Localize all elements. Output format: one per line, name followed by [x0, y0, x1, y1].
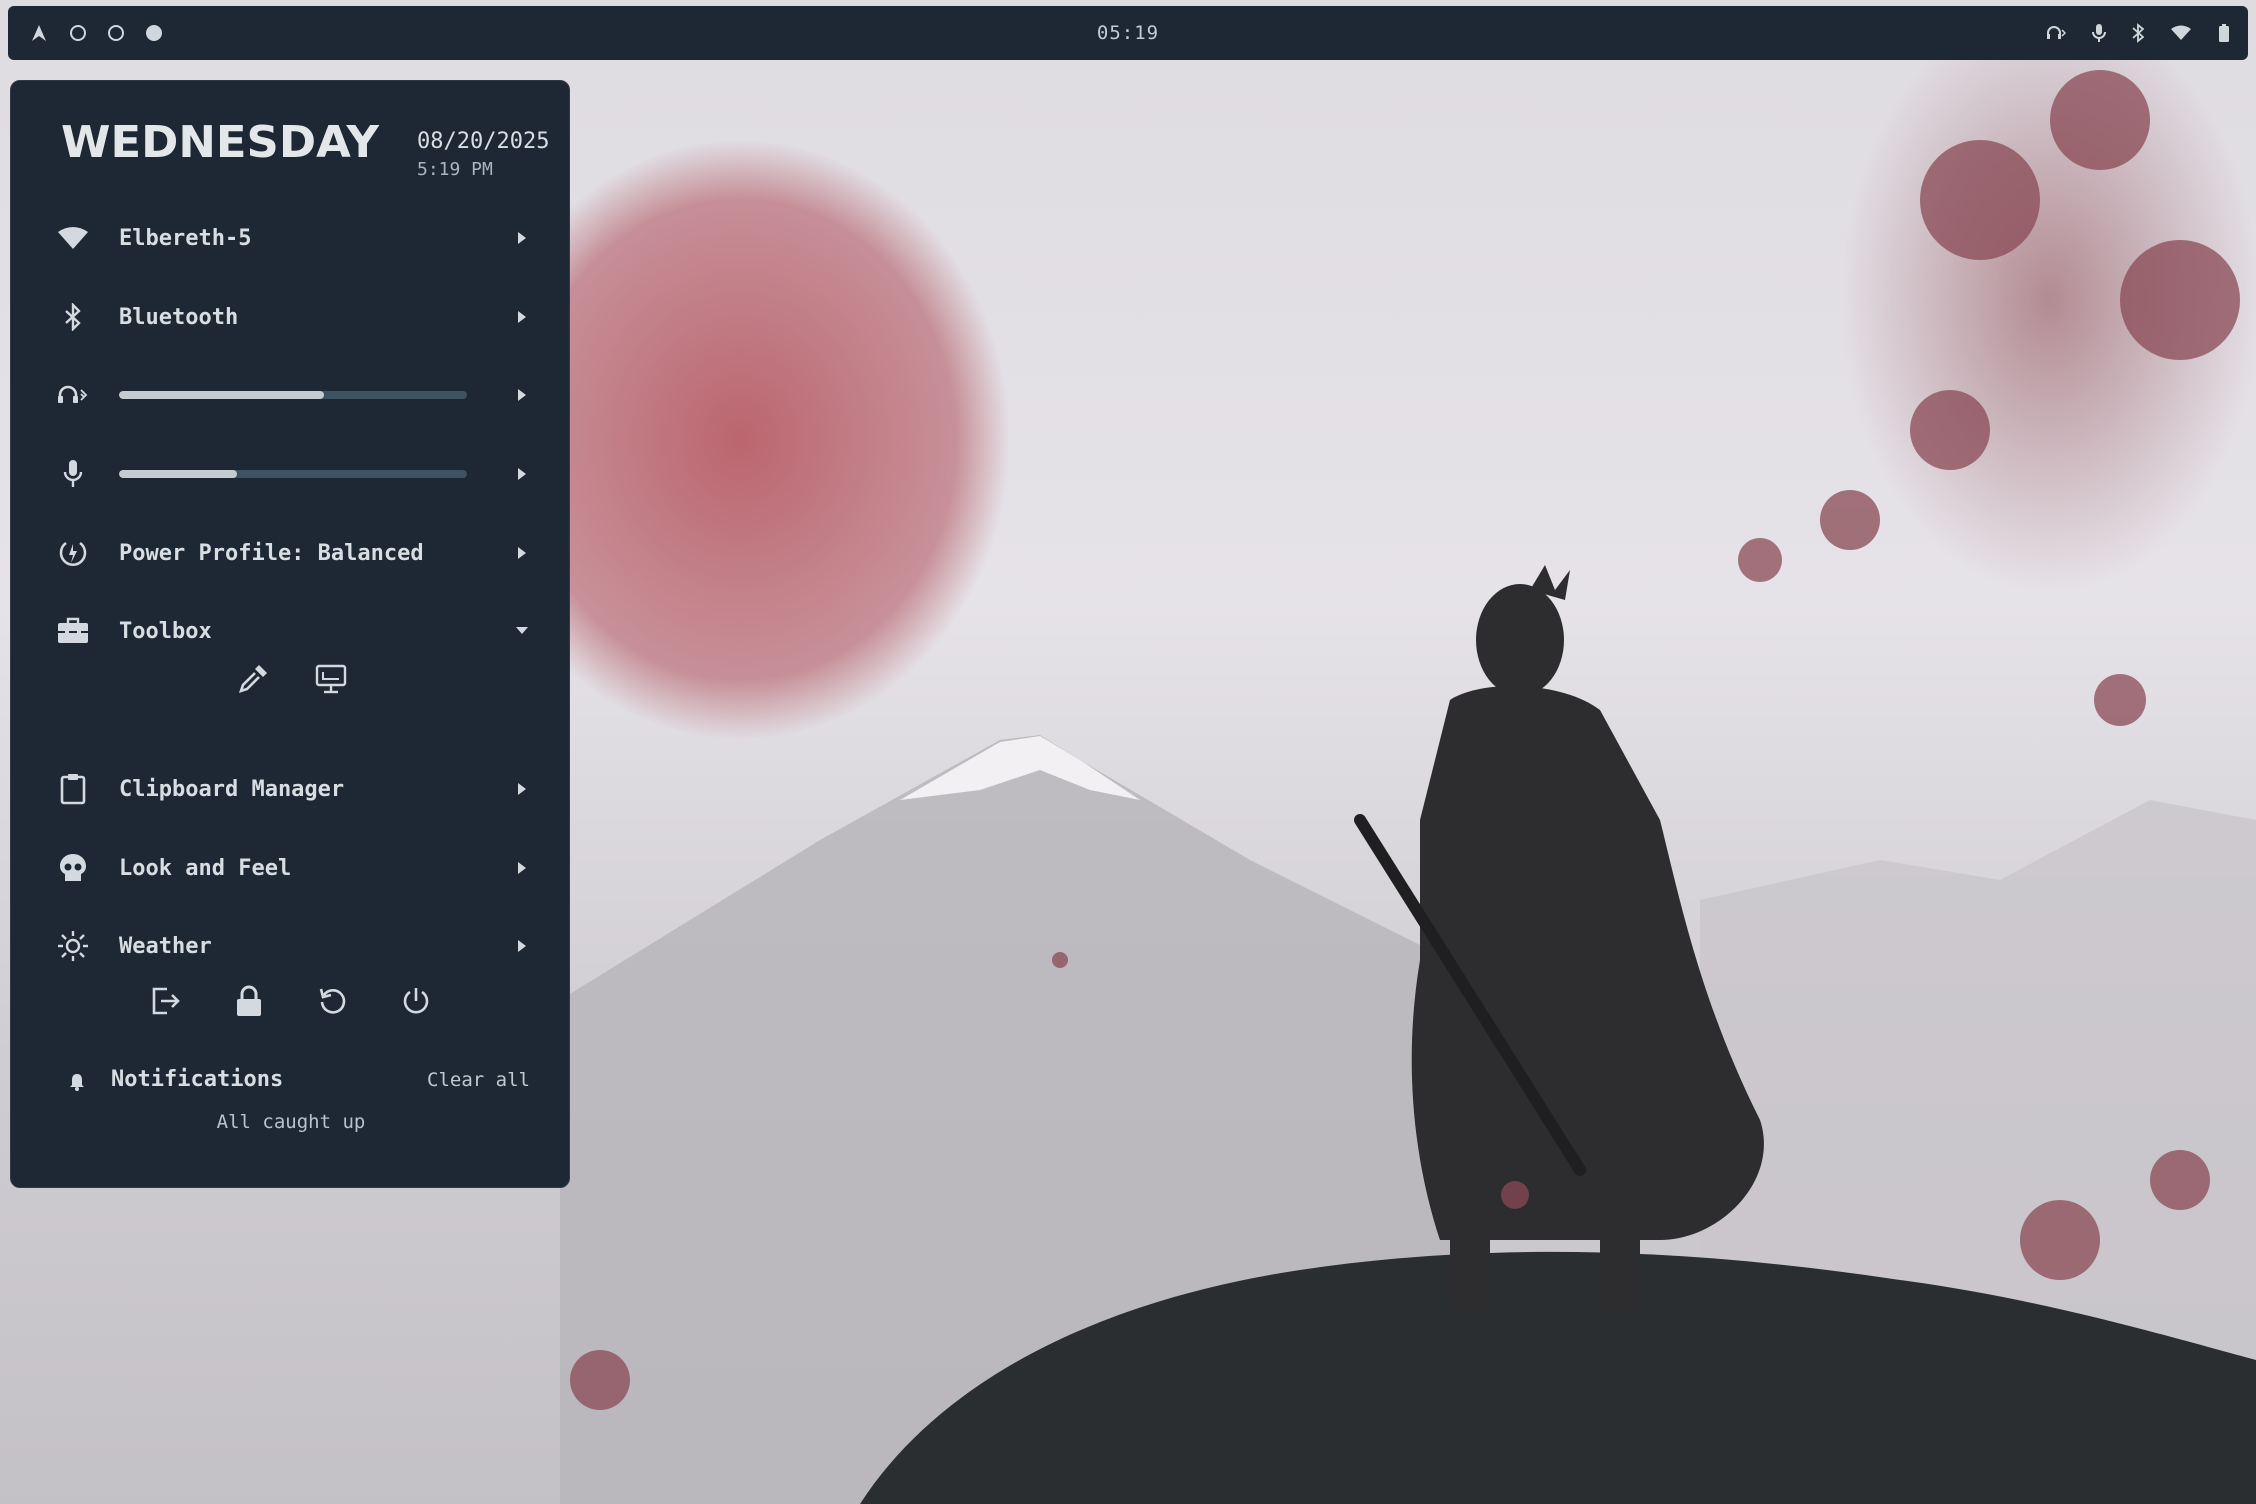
chevron-right-icon[interactable]: [515, 546, 529, 560]
headphones-bluetooth-icon[interactable]: [2046, 25, 2066, 41]
logout-icon[interactable]: [146, 981, 186, 1021]
screenshot-monitor-icon[interactable]: [311, 659, 351, 699]
weather-row[interactable]: Weather: [11, 916, 571, 976]
lock-icon[interactable]: [229, 981, 269, 1021]
notifications-header: Notifications Clear all: [57, 1061, 537, 1101]
svg-text:WEDNESDAY: WEDNESDAY: [61, 119, 380, 163]
microphone-icon[interactable]: [2092, 23, 2106, 43]
chevron-down-icon[interactable]: [515, 624, 529, 638]
toolbox-label: Toolbox: [119, 618, 212, 644]
microphone-slider[interactable]: [119, 470, 467, 478]
workspace-3[interactable]: [146, 25, 162, 41]
color-picker-icon[interactable]: [233, 659, 273, 699]
panel-time: 5:19 PM: [417, 159, 493, 180]
top-bar: 05:19: [8, 6, 2248, 60]
battery-icon[interactable]: [2218, 23, 2230, 43]
clipboard-manager-label: Clipboard Manager: [119, 776, 345, 802]
chevron-right-icon[interactable]: [515, 467, 529, 481]
skull-icon: [57, 852, 89, 884]
microphone-row: [11, 444, 571, 504]
headphones-bluetooth-icon[interactable]: [57, 379, 89, 411]
sun-icon: [57, 930, 89, 962]
wifi-icon[interactable]: [2170, 25, 2192, 41]
panel-header: WEDNESDAY 08/20/2025 5:19 PM: [61, 103, 551, 183]
clipboard-icon: [57, 773, 89, 805]
power-profile-icon: [57, 537, 89, 569]
wifi-row[interactable]: Elbereth-5: [11, 208, 571, 268]
volume-slider[interactable]: [119, 391, 467, 399]
session-buttons: [11, 981, 571, 1031]
look-and-feel-label: Look and Feel: [119, 855, 292, 881]
chevron-right-icon[interactable]: [515, 939, 529, 953]
toolbox-tools: [11, 659, 571, 709]
restart-icon[interactable]: [313, 981, 353, 1021]
control-center-panel: WEDNESDAY 08/20/2025 5:19 PM Elbereth-5 …: [10, 80, 570, 1188]
bell-icon: [69, 1073, 85, 1095]
wifi-icon: [57, 222, 89, 254]
chevron-right-icon[interactable]: [515, 388, 529, 402]
clear-all-button[interactable]: Clear all: [427, 1069, 530, 1091]
wifi-network-label: Elbereth-5: [119, 225, 252, 251]
chevron-right-icon[interactable]: [515, 861, 529, 875]
launcher-icon[interactable]: [30, 24, 48, 42]
notifications-title: Notifications: [111, 1067, 284, 1092]
chevron-right-icon[interactable]: [515, 231, 529, 245]
workspace-switcher: [30, 24, 162, 42]
workspace-2[interactable]: [108, 25, 124, 41]
status-tray: [2046, 23, 2230, 43]
microphone-icon[interactable]: [57, 458, 89, 490]
bluetooth-label: Bluetooth: [119, 304, 239, 330]
look-and-feel-row[interactable]: Look and Feel: [11, 838, 571, 898]
panel-date: 08/20/2025: [417, 129, 550, 154]
power-profile-label: Power Profile: Balanced: [119, 540, 424, 566]
topbar-clock[interactable]: 05:19: [1097, 22, 1159, 44]
wednesday-logo: WEDNESDAY: [61, 119, 380, 163]
toolbox-icon: [57, 615, 89, 647]
clipboard-manager-row[interactable]: Clipboard Manager: [11, 759, 571, 819]
chevron-right-icon[interactable]: [515, 310, 529, 324]
power-profile-row[interactable]: Power Profile: Balanced: [11, 523, 571, 583]
chevron-right-icon[interactable]: [515, 782, 529, 796]
volume-row: [11, 365, 571, 425]
toolbox-row[interactable]: Toolbox: [11, 601, 571, 661]
bluetooth-icon[interactable]: [2132, 23, 2144, 43]
power-icon[interactable]: [396, 981, 436, 1021]
workspace-1[interactable]: [70, 25, 86, 41]
notifications-empty-text: All caught up: [216, 1111, 366, 1133]
bluetooth-icon: [57, 301, 89, 333]
bluetooth-row[interactable]: Bluetooth: [11, 287, 571, 347]
weather-label: Weather: [119, 933, 212, 959]
